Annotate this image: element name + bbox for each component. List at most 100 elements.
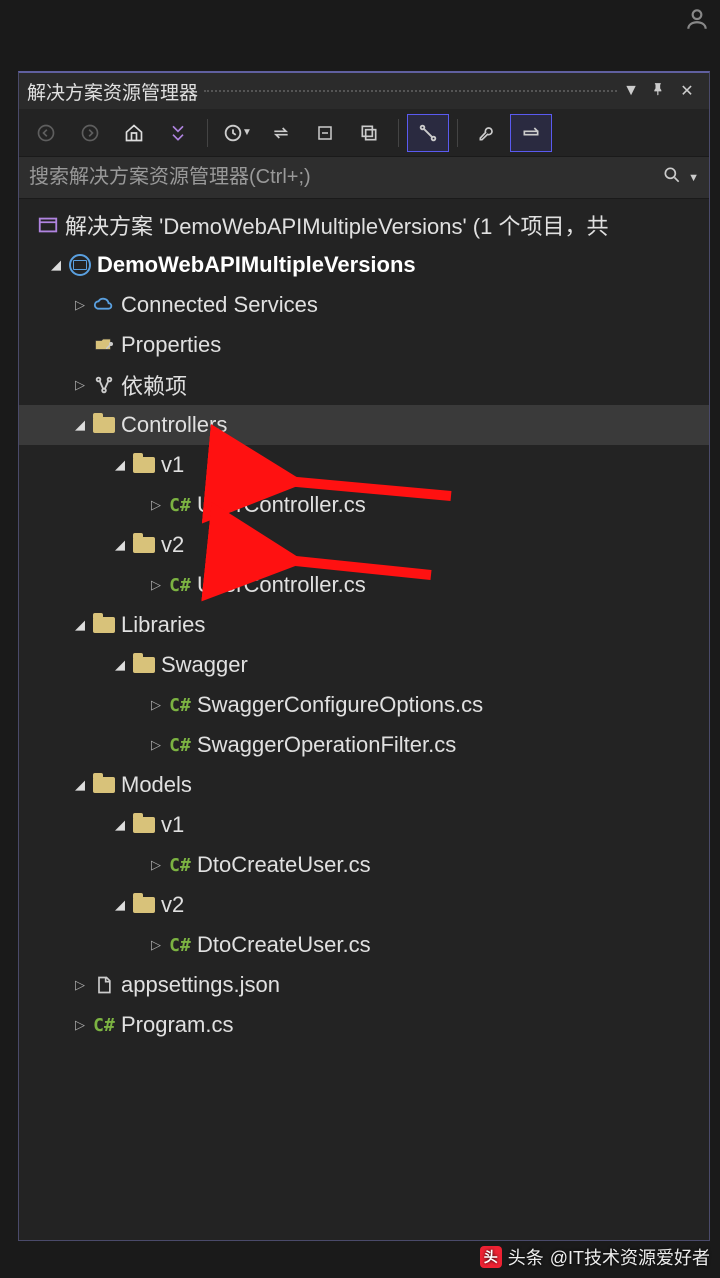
close-icon[interactable]: ✕: [673, 81, 701, 101]
expander-icon[interactable]: [147, 497, 165, 513]
node-label: UserController.cs: [195, 572, 366, 598]
json-icon: [89, 974, 119, 996]
csharp-icon: C#: [165, 855, 195, 876]
expander-icon[interactable]: [71, 777, 89, 793]
search-bar: ▼: [19, 157, 709, 199]
project-icon: [65, 254, 95, 276]
panel-titlebar: 解决方案资源管理器 ▼ ✕: [19, 73, 709, 109]
collapse-all-button[interactable]: [304, 114, 346, 152]
node-label: UserController.cs: [195, 492, 366, 518]
expander-icon[interactable]: [111, 897, 129, 913]
pending-changes-button[interactable]: ▼: [216, 114, 258, 152]
expander-icon[interactable]: [111, 817, 129, 833]
v2-folder[interactable]: v2: [19, 525, 709, 565]
project-label: DemoWebAPIMultipleVersions: [95, 252, 416, 278]
swaggerfilter-file[interactable]: C# SwaggerOperationFilter.cs: [19, 725, 709, 765]
models-v2-folder[interactable]: v2: [19, 885, 709, 925]
properties-node[interactable]: Properties: [19, 325, 709, 365]
expander-icon[interactable]: [71, 1017, 89, 1033]
pin-icon[interactable]: [645, 82, 673, 101]
solution-explorer-panel: 解决方案资源管理器 ▼ ✕ ▼: [18, 71, 710, 1241]
node-label: v1: [159, 452, 184, 478]
dependencies-node[interactable]: 依赖项: [19, 365, 709, 405]
csharp-icon: C#: [165, 735, 195, 756]
copy-button[interactable]: [348, 114, 390, 152]
properties-button[interactable]: [466, 114, 508, 152]
folder-icon: [89, 417, 119, 433]
user-icon[interactable]: [684, 6, 710, 39]
panel-dropdown-icon[interactable]: ▼: [617, 82, 645, 100]
panel-toolbar: ▼: [19, 109, 709, 157]
search-input[interactable]: [29, 166, 656, 189]
solution-label: 解决方案 'DemoWebAPIMultipleVersions' (1 个项目…: [63, 209, 608, 241]
connected-services-node[interactable]: Connected Services: [19, 285, 709, 325]
dependencies-icon: [89, 374, 119, 396]
folder-icon: [89, 777, 119, 793]
node-label: Connected Services: [119, 292, 318, 318]
search-dropdown-icon[interactable]: ▼: [682, 172, 699, 184]
switch-views-button[interactable]: [157, 114, 199, 152]
folder-icon: [129, 897, 159, 913]
expander-icon[interactable]: [71, 617, 89, 633]
node-label: Controllers: [119, 412, 227, 438]
node-label: Libraries: [119, 612, 205, 638]
csharp-icon: C#: [165, 695, 195, 716]
expander-icon[interactable]: [71, 377, 89, 393]
v1-folder[interactable]: v1: [19, 445, 709, 485]
program-file[interactable]: C# Program.cs: [19, 1005, 709, 1045]
libraries-folder[interactable]: Libraries: [19, 605, 709, 645]
watermark: 头 头条 @IT技术资源爱好者: [480, 1244, 710, 1270]
models-folder[interactable]: Models: [19, 765, 709, 805]
expander-icon[interactable]: [147, 937, 165, 953]
expander-icon[interactable]: [111, 537, 129, 553]
node-label: Swagger: [159, 652, 248, 678]
search-icon[interactable]: [656, 165, 682, 190]
folder-icon: [129, 657, 159, 673]
expander-icon[interactable]: [47, 257, 65, 273]
solution-node[interactable]: 解决方案 'DemoWebAPIMultipleVersions' (1 个项目…: [19, 205, 709, 245]
node-label: v2: [159, 532, 184, 558]
folder-icon: [129, 457, 159, 473]
show-all-files-button[interactable]: [407, 114, 449, 152]
panel-title: 解决方案资源管理器: [27, 78, 198, 105]
sync-button[interactable]: [260, 114, 302, 152]
expander-icon[interactable]: [147, 697, 165, 713]
csharp-icon: C#: [165, 495, 195, 516]
node-label: Properties: [119, 332, 221, 358]
project-node[interactable]: DemoWebAPIMultipleVersions: [19, 245, 709, 285]
folder-icon: [129, 537, 159, 553]
preview-button[interactable]: [510, 114, 552, 152]
expander-icon[interactable]: [111, 457, 129, 473]
home-button[interactable]: [113, 114, 155, 152]
appsettings-file[interactable]: appsettings.json: [19, 965, 709, 1005]
usercontroller-v2-file[interactable]: C# UserController.cs: [19, 565, 709, 605]
expander-icon[interactable]: [71, 297, 89, 313]
toolbar-separator: [398, 119, 399, 147]
expander-icon[interactable]: [147, 857, 165, 873]
csharp-icon: C#: [89, 1015, 119, 1036]
expander-icon[interactable]: [71, 417, 89, 433]
swaggerconfig-file[interactable]: C# SwaggerConfigureOptions.cs: [19, 685, 709, 725]
expander-icon[interactable]: [111, 657, 129, 673]
csharp-icon: C#: [165, 575, 195, 596]
solution-icon: [33, 214, 63, 236]
node-label: v2: [159, 892, 184, 918]
dtocreateuser-v1-file[interactable]: C# DtoCreateUser.cs: [19, 845, 709, 885]
models-v1-folder[interactable]: v1: [19, 805, 709, 845]
expander-icon[interactable]: [71, 977, 89, 993]
node-label: Program.cs: [119, 1012, 233, 1038]
usercontroller-v1-file[interactable]: C# UserController.cs: [19, 485, 709, 525]
watermark-text: @IT技术资源爱好者: [550, 1244, 710, 1270]
dtocreateuser-v2-file[interactable]: C# DtoCreateUser.cs: [19, 925, 709, 965]
node-label: Models: [119, 772, 192, 798]
controllers-folder[interactable]: Controllers: [19, 405, 709, 445]
swagger-folder[interactable]: Swagger: [19, 645, 709, 685]
toolbar-separator: [457, 119, 458, 147]
titlebar-grip[interactable]: [204, 90, 617, 92]
watermark-logo-icon: 头: [480, 1246, 502, 1268]
node-label: 依赖项: [119, 369, 187, 401]
toolbar-separator: [207, 119, 208, 147]
node-label: appsettings.json: [119, 972, 280, 998]
expander-icon[interactable]: [147, 577, 165, 593]
expander-icon[interactable]: [147, 737, 165, 753]
